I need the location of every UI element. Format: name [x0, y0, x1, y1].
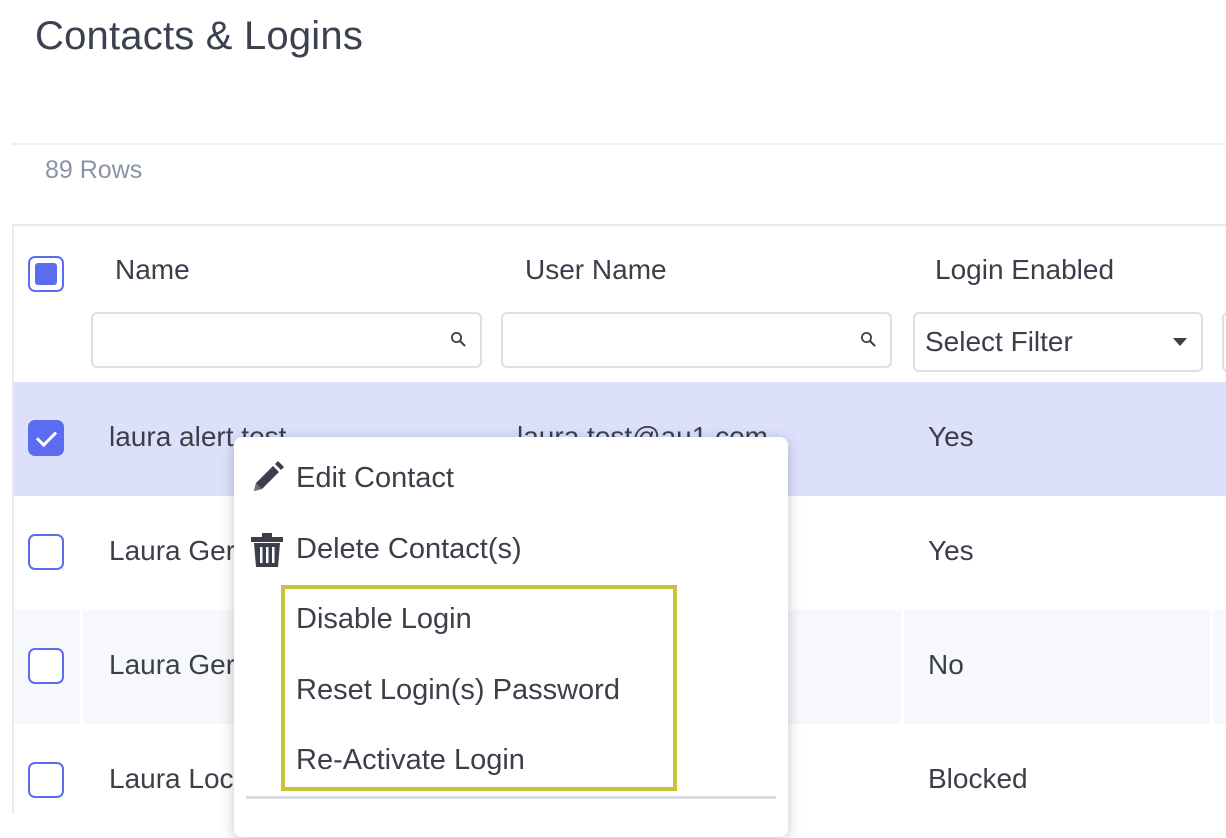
- row-checkbox[interactable]: [28, 534, 64, 570]
- menu-item-disable-login[interactable]: Disable Login: [234, 591, 788, 649]
- username-filter-input[interactable]: [503, 314, 890, 366]
- menu-item-edit-contact[interactable]: Edit Contact: [234, 450, 788, 508]
- row-count: 89 Rows: [45, 156, 143, 184]
- search-icon: [451, 332, 466, 347]
- username-filter: [501, 312, 892, 368]
- column-header-name[interactable]: Name: [115, 254, 190, 286]
- menu-divider: [246, 796, 776, 799]
- contact-name: Laura Ger: [109, 535, 236, 566]
- row-checkbox[interactable]: [28, 648, 64, 684]
- column-header-username[interactable]: User Name: [525, 254, 667, 286]
- page-title: Contacts & Logins: [35, 14, 364, 58]
- column-separator: [1210, 610, 1213, 724]
- chevron-down-icon: [1173, 338, 1187, 346]
- column-header-login-enabled[interactable]: Login Enabled: [935, 254, 1114, 286]
- contact-name: Laura Ger: [109, 649, 236, 680]
- contact-login-enabled: No: [928, 649, 964, 680]
- contact-name: Laura Loc: [109, 763, 234, 794]
- name-filter-input[interactable]: [93, 314, 480, 366]
- contact-login-enabled: Yes: [928, 535, 974, 566]
- contact-login-enabled: Blocked: [928, 763, 1028, 794]
- row-checkbox[interactable]: [28, 420, 64, 456]
- grid-header: Name User Name Login Enabled Select Filt…: [14, 226, 1226, 382]
- search-icon: [861, 332, 876, 347]
- menu-item-delete-contacts[interactable]: Delete Contact(s): [234, 521, 788, 579]
- menu-item-reset-password[interactable]: Reset Login(s) Password: [234, 662, 788, 720]
- row-checkbox[interactable]: [28, 762, 64, 798]
- pencil-icon: [254, 461, 284, 491]
- column-separator: [80, 610, 83, 724]
- login-enabled-filter-value: Select Filter: [925, 326, 1073, 357]
- menu-item-label: Disable Login: [296, 603, 472, 635]
- trash-icon: [251, 533, 283, 567]
- column-separator: [901, 610, 904, 724]
- menu-item-label: Delete Contact(s): [296, 533, 522, 565]
- login-enabled-filter-select[interactable]: Select Filter: [913, 312, 1203, 372]
- contact-login-enabled: Yes: [928, 421, 974, 452]
- menu-item-label: Reset Login(s) Password: [296, 674, 620, 706]
- menu-item-reactivate-login[interactable]: Re-Activate Login: [234, 732, 788, 790]
- title-divider: [12, 143, 1226, 145]
- row-context-menu: Edit Contact Delete Contact(s) Disable L…: [234, 437, 788, 837]
- name-filter: [91, 312, 482, 368]
- menu-item-label: Re-Activate Login: [296, 744, 525, 776]
- next-column-filter[interactable]: [1222, 312, 1226, 372]
- menu-item-label: Edit Contact: [296, 462, 454, 494]
- select-all-checkbox[interactable]: [28, 256, 64, 292]
